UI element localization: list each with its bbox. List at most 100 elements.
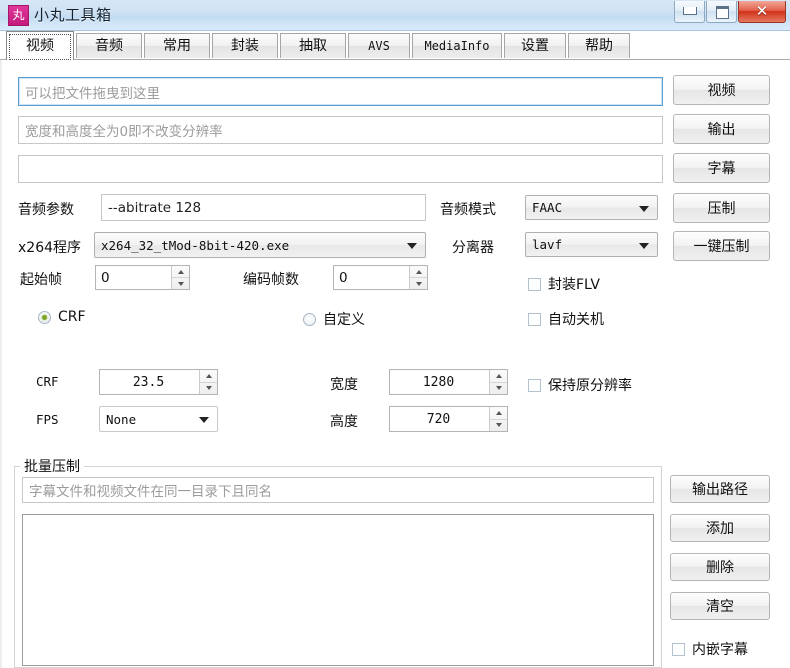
tab-avs[interactable]: AVS xyxy=(348,33,410,58)
crf-up-button[interactable] xyxy=(200,370,217,383)
radio-custom-dot[interactable] xyxy=(303,312,316,326)
caret-down-icon xyxy=(177,281,184,286)
start-frame-down-button[interactable] xyxy=(172,278,189,289)
checkbox-mux-flv-box[interactable] xyxy=(528,277,541,291)
radio-custom-mode[interactable]: 自定义 xyxy=(303,309,365,329)
start-frame-spin-buttons[interactable] xyxy=(171,266,189,289)
width-spin-buttons[interactable] xyxy=(489,370,507,394)
tab-extract[interactable]: 抽取 xyxy=(280,33,346,58)
fps-value: None xyxy=(106,411,137,427)
radio-crf-dot[interactable] xyxy=(38,310,51,324)
start-frame-value: 0 xyxy=(101,269,110,286)
radio-crf-mode[interactable]: CRF xyxy=(38,309,86,325)
close-button[interactable]: ✕ xyxy=(738,1,786,23)
checkbox-keep-resolution[interactable]: 保持原分辨率 xyxy=(528,375,632,395)
chevron-down-icon xyxy=(407,243,417,249)
checkbox-keep-resolution-label: 保持原分辨率 xyxy=(548,378,632,394)
audio-params-input[interactable]: --abitrate 128 xyxy=(101,194,426,221)
width-up-button[interactable] xyxy=(490,370,507,383)
tab-mediainfo[interactable]: MediaInfo xyxy=(412,33,502,58)
checkbox-mux-flv[interactable]: 封装FLV xyxy=(528,274,600,294)
video-browse-label: 视频 xyxy=(707,83,736,99)
caret-up-icon xyxy=(495,410,502,415)
crf-spin-buttons[interactable] xyxy=(199,370,217,394)
video-file-input[interactable]: 可以把文件拖曳到这里 xyxy=(18,77,663,106)
window-left-edge xyxy=(0,60,3,668)
one-click-encode-label: 一键压制 xyxy=(693,239,750,255)
demuxer-select[interactable]: lavf xyxy=(525,232,658,257)
output-browse-button[interactable]: 输出 xyxy=(673,114,770,144)
width-stepper[interactable]: 1280 xyxy=(389,369,508,395)
height-spin-buttons[interactable] xyxy=(489,407,507,431)
output-path-label: 输出路径 xyxy=(692,482,748,498)
checkbox-auto-shutdown[interactable]: 自动关机 xyxy=(528,309,604,329)
tab-video[interactable]: 视频 xyxy=(6,31,74,60)
tab-strip: 视频 音频 常用 封装 抽取 AVS MediaInfo 设置 帮助 xyxy=(0,31,790,60)
close-icon: ✕ xyxy=(755,2,769,20)
height-down-button[interactable] xyxy=(490,420,507,432)
audio-mode-select[interactable]: FAAC xyxy=(525,195,658,220)
tab-mux[interactable]: 封装 xyxy=(212,33,278,58)
frame-count-label: 编码帧数 xyxy=(243,272,299,288)
output-path-button[interactable]: 输出路径 xyxy=(670,475,770,503)
width-down-button[interactable] xyxy=(490,383,507,395)
frame-count-down-button[interactable] xyxy=(410,278,427,289)
frame-count-spin-buttons[interactable] xyxy=(409,266,427,289)
tab-help[interactable]: 帮助 xyxy=(568,33,630,58)
add-button[interactable]: 添加 xyxy=(670,514,770,542)
caret-down-icon xyxy=(495,386,502,391)
tab-settings[interactable]: 设置 xyxy=(504,33,566,58)
minimize-button[interactable] xyxy=(674,1,705,23)
video-browse-button[interactable]: 视频 xyxy=(673,75,770,105)
x264-program-select[interactable]: x264_32_tMod-8bit-420.exe xyxy=(94,232,426,258)
encode-button[interactable]: 压制 xyxy=(673,193,770,223)
frame-count-up-button[interactable] xyxy=(410,266,427,278)
chevron-down-icon xyxy=(199,417,209,423)
tab-focus-indicator xyxy=(9,34,71,60)
app-icon: 丸 xyxy=(8,5,29,26)
checkbox-keep-resolution-box[interactable] xyxy=(528,378,541,392)
title-bar: 丸 小丸工具箱 ✕ xyxy=(0,0,790,31)
add-label: 添加 xyxy=(706,521,734,537)
clear-button[interactable]: 清空 xyxy=(670,592,770,620)
delete-button[interactable]: 删除 xyxy=(670,553,770,581)
batch-path-input[interactable]: 字幕文件和视频文件在同一目录下且同名 xyxy=(22,477,654,503)
width-label: 宽度 xyxy=(330,377,358,393)
xiaowan-toolbox-window: 丸 小丸工具箱 ✕ 视频 音频 常用 封装 抽取 AVS MediaInfo 设… xyxy=(0,0,790,668)
checkbox-auto-shutdown-box[interactable] xyxy=(528,312,541,326)
tab-audio[interactable]: 音频 xyxy=(76,33,142,58)
height-label: 高度 xyxy=(330,414,358,430)
frame-count-value: 0 xyxy=(339,269,348,286)
fps-label: FPS xyxy=(36,412,59,427)
subtitle-file-input[interactable] xyxy=(18,155,663,183)
frame-count-stepper[interactable]: 0 xyxy=(333,265,428,290)
height-up-button[interactable] xyxy=(490,407,507,420)
width-value: 1280 xyxy=(422,374,455,390)
output-file-placeholder: 宽度和高度全为0即不改变分辨率 xyxy=(25,124,223,140)
tab-common[interactable]: 常用 xyxy=(144,33,210,58)
batch-file-list[interactable] xyxy=(22,514,654,666)
output-file-input[interactable]: 宽度和高度全为0即不改变分辨率 xyxy=(18,116,663,144)
batch-group-title: 批量压制 xyxy=(20,456,84,476)
maximize-button[interactable] xyxy=(706,1,737,23)
minimize-icon xyxy=(683,7,697,15)
height-value: 720 xyxy=(426,411,451,427)
checkbox-embed-subtitle-box[interactable] xyxy=(672,642,685,656)
delete-label: 删除 xyxy=(706,560,734,576)
x264-program-value: x264_32_tMod-8bit-420.exe xyxy=(101,237,290,253)
one-click-encode-button[interactable]: 一键压制 xyxy=(673,231,770,261)
checkbox-embed-subtitle[interactable]: 内嵌字幕 xyxy=(672,639,748,659)
fps-select[interactable]: None xyxy=(99,406,218,432)
crf-stepper[interactable]: 23.5 xyxy=(99,369,218,395)
tab-settings-label: 设置 xyxy=(521,38,549,54)
subtitle-browse-button[interactable]: 字幕 xyxy=(673,153,770,183)
caret-up-icon xyxy=(205,373,212,378)
start-frame-stepper[interactable]: 0 xyxy=(95,265,190,290)
checkbox-embed-subtitle-label: 内嵌字幕 xyxy=(692,642,748,658)
crf-label: CRF xyxy=(36,374,59,389)
crf-down-button[interactable] xyxy=(200,383,217,395)
height-stepper[interactable]: 720 xyxy=(389,406,508,432)
start-frame-up-button[interactable] xyxy=(172,266,189,278)
radio-crf-label: CRF xyxy=(58,309,86,325)
audio-mode-value: FAAC xyxy=(532,200,563,215)
